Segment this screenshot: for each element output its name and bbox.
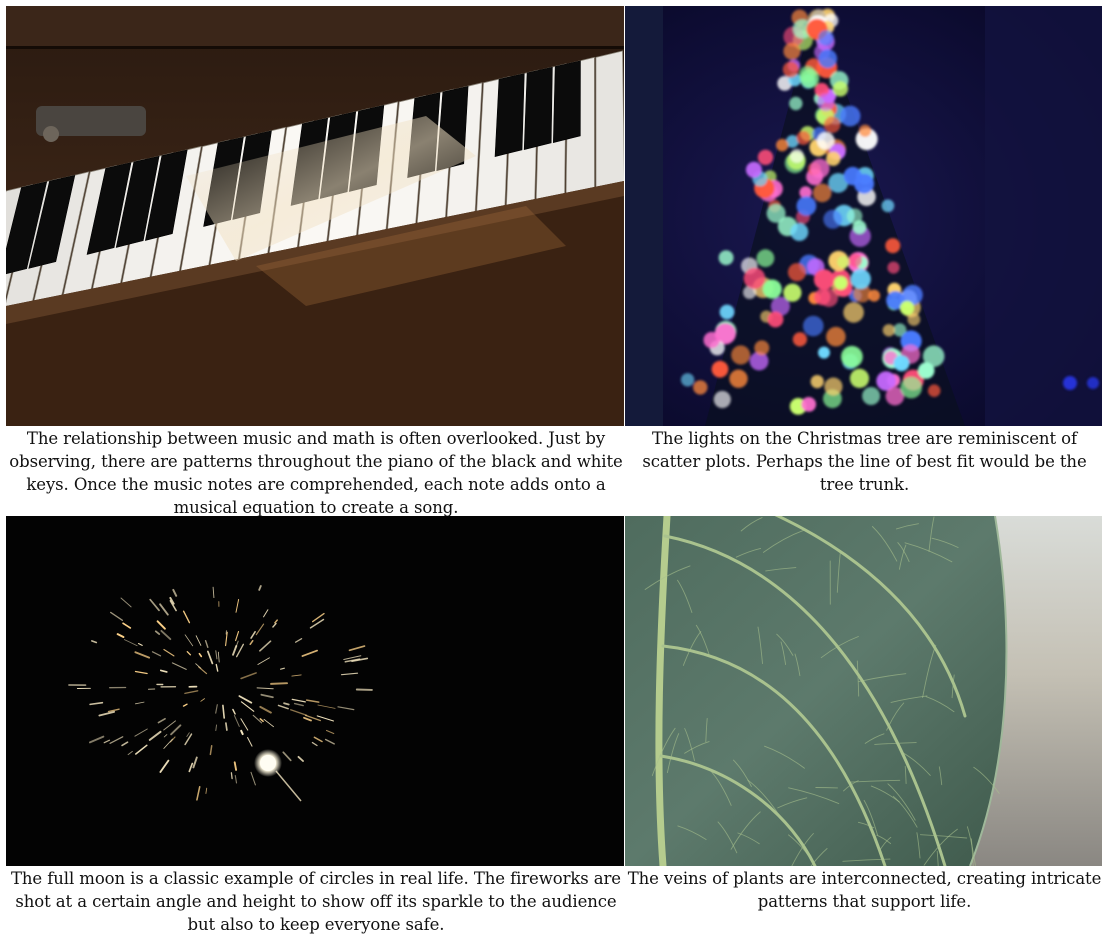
christmas-tree-caption: The lights on the Christmas tree are rem… — [642, 429, 1087, 494]
piano-caption: The relationship between music and math … — [9, 429, 623, 517]
piano-keys-photo — [6, 6, 624, 426]
leaf-caption: The veins of plants are interconnected, … — [627, 869, 1102, 911]
christmas-tree-photo — [625, 6, 1102, 426]
fireworks-photo — [6, 516, 624, 866]
fireworks-caption: The full moon is a classic example of ci… — [11, 869, 621, 934]
leaf-photo — [625, 516, 1102, 866]
